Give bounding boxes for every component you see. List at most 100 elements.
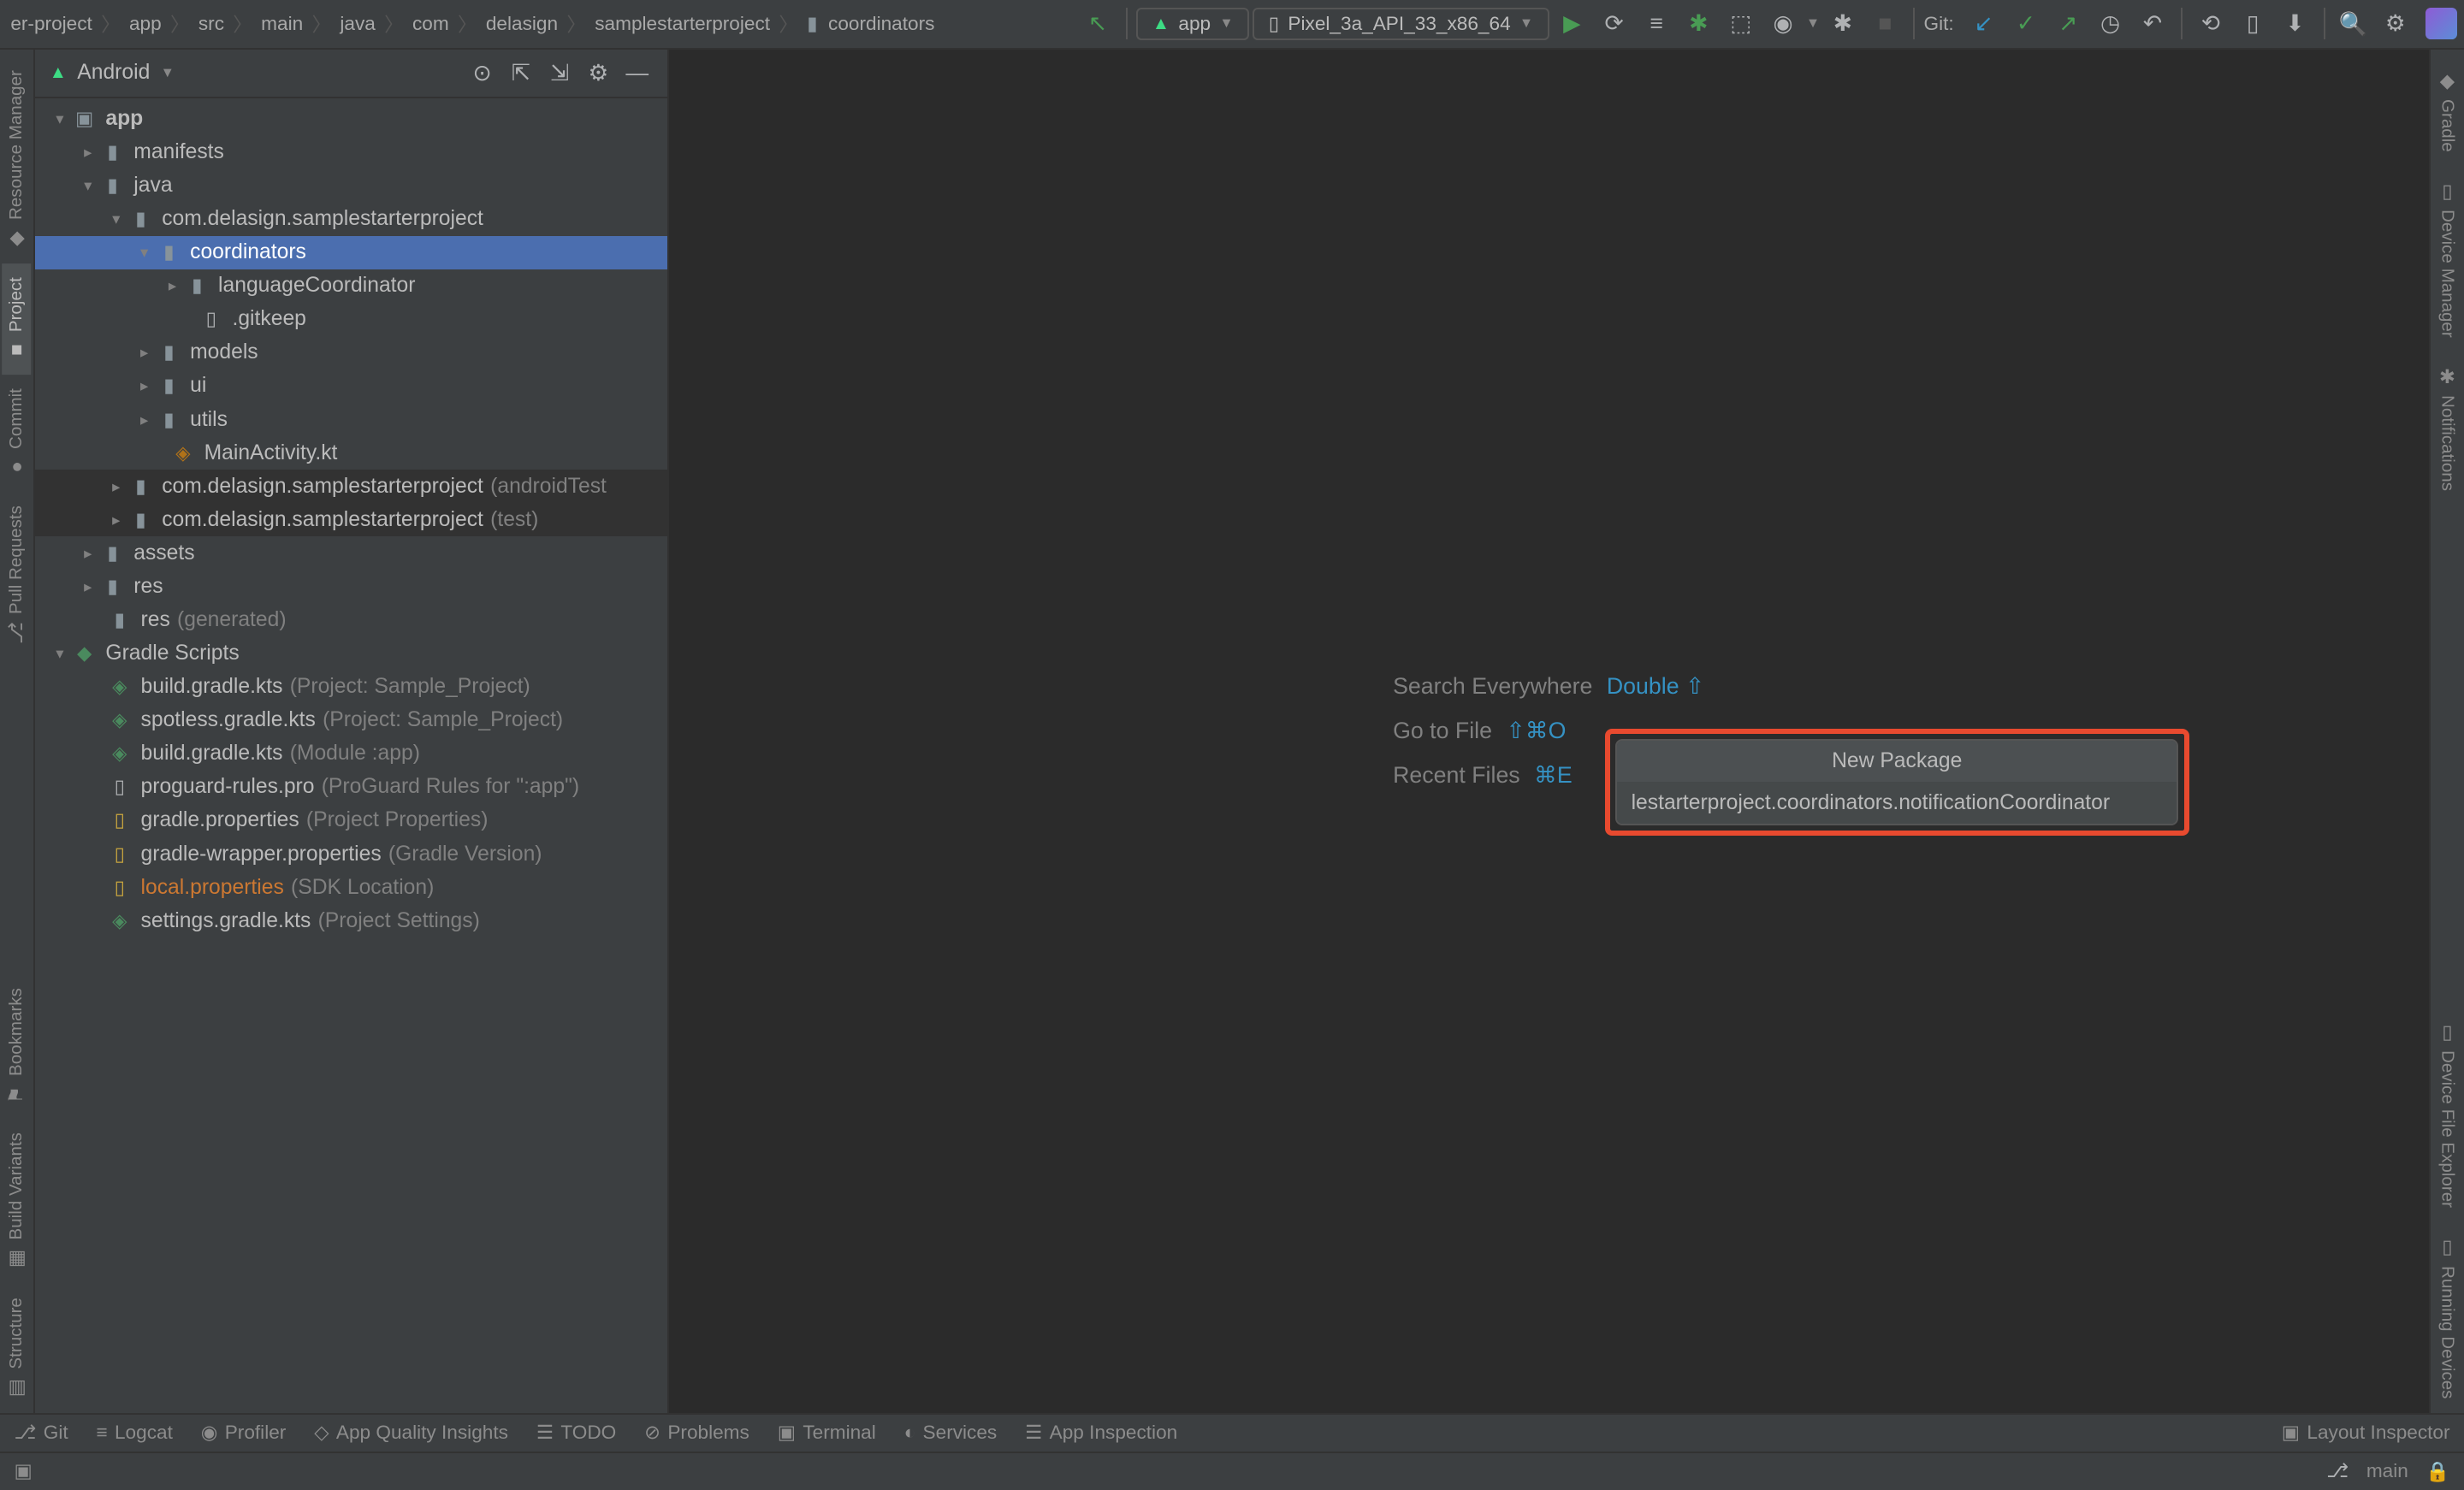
bottom-tab-services[interactable]: ◐Services	[904, 1422, 998, 1444]
tree-item-res-generated[interactable]: ▮ res (generated)	[35, 603, 667, 636]
sync-project-icon[interactable]: ⟲	[2191, 4, 2230, 43]
attach-debugger-icon[interactable]: ✱	[1823, 4, 1862, 43]
bottom-tab-layout-inspector[interactable]: ▣Layout Inspector	[2282, 1422, 2450, 1444]
tool-windows-icon[interactable]: ▣	[14, 1460, 32, 1482]
tree-item-java[interactable]: ▾▮ java	[35, 169, 667, 202]
tree-item-gradle-wrapper[interactable]: ▯ gradle-wrapper.properties (Gradle Vers…	[35, 837, 667, 871]
expand-icon[interactable]: ⇱	[505, 57, 536, 89]
apply-code-icon[interactable]: ≡	[1637, 4, 1675, 43]
search-icon[interactable]: 🔍	[2334, 4, 2372, 43]
sidebar-tab-gradle[interactable]: ◆Gradle	[2432, 56, 2461, 167]
tree-item-utils[interactable]: ▸▮ utils	[35, 403, 667, 436]
tree-item-language-coordinator[interactable]: ▸▮ languageCoordinator	[35, 269, 667, 303]
breadcrumb-item[interactable]: er-project	[7, 13, 96, 35]
bottom-tab-app-inspection[interactable]: ☰App Inspection	[1025, 1422, 1177, 1444]
tree-item-ui[interactable]: ▸▮ ui	[35, 370, 667, 403]
git-push-icon[interactable]: ↗	[2049, 4, 2088, 43]
breadcrumb-item[interactable]: delasign	[483, 13, 561, 35]
sidebar-tab-resource-manager[interactable]: ◆Resource Manager	[2, 56, 31, 263]
sidebar-tab-bookmarks[interactable]: ⚑Bookmarks	[2, 974, 31, 1120]
sidebar-tab-device-explorer[interactable]: ▯Device File Explorer	[2432, 1008, 2461, 1222]
folder-icon: ▮	[98, 141, 127, 163]
tree-item-assets[interactable]: ▸▮ assets	[35, 536, 667, 570]
settings-icon[interactable]: ⚙	[583, 57, 614, 89]
tree-item-manifests[interactable]: ▸▮ manifests	[35, 135, 667, 169]
settings-icon[interactable]: ⚙	[2376, 4, 2414, 43]
coverage-icon[interactable]: ⬚	[1721, 4, 1760, 43]
profile-icon[interactable]: ◉	[1764, 4, 1803, 43]
tree-item-coordinators[interactable]: ▾▮ coordinators	[35, 236, 667, 269]
package-name-input[interactable]	[1617, 782, 2177, 824]
breadcrumb-item[interactable]: samplestarterproject	[591, 13, 773, 35]
module-selector[interactable]: ▲ app ▼	[1136, 8, 1249, 40]
breadcrumb: er-project〉 app〉 src〉 main〉 java〉 com〉 d…	[7, 9, 938, 38]
tree-item-gradle-properties[interactable]: ▯ gradle.properties (Project Properties)	[35, 804, 667, 837]
view-mode-dropdown[interactable]: ▲ Android ▼	[50, 61, 175, 85]
tree-item-main-activity[interactable]: ◈ MainActivity.kt	[35, 436, 667, 470]
collapse-icon[interactable]: ⇲	[544, 57, 576, 89]
folder-icon: ▮	[105, 609, 133, 631]
debug-button[interactable]: ✱	[1679, 4, 1718, 43]
bottom-tab-todo[interactable]: ☰TODO	[536, 1422, 616, 1444]
avatar[interactable]	[2426, 8, 2457, 39]
tree-item-package-test[interactable]: ▸▮ com.delasign.samplestarterproject (te…	[35, 503, 667, 536]
apply-changes-icon[interactable]: ⟳	[1595, 4, 1633, 43]
package-icon: ▮	[155, 341, 183, 364]
project-tree[interactable]: ▾▣ app ▸▮ manifests ▾▮ java ▾▮ com.delas…	[35, 98, 667, 1412]
package-icon: ▮	[155, 375, 183, 397]
bottom-tab-logcat[interactable]: ≡Logcat	[97, 1422, 173, 1444]
select-file-icon[interactable]: ⊙	[466, 57, 498, 89]
tree-item-build-gradle-project[interactable]: ◈ build.gradle.kts (Project: Sample_Proj…	[35, 671, 667, 704]
tree-item-local-properties[interactable]: ▯ local.properties (SDK Location)	[35, 871, 667, 904]
sidebar-tab-commit[interactable]: ●Commit	[2, 375, 31, 492]
gradle-file-icon: ◈	[105, 910, 133, 932]
sidebar-tab-running-devices[interactable]: ▯Running Devices	[2432, 1222, 2461, 1413]
tree-item-res[interactable]: ▸▮ res	[35, 570, 667, 603]
tree-item-proguard[interactable]: ▯ proguard-rules.pro (ProGuard Rules for…	[35, 771, 667, 804]
tree-item-package-androidtest[interactable]: ▸▮ com.delasign.samplestarterproject (an…	[35, 470, 667, 503]
bottom-tab-git[interactable]: ⎇Git	[14, 1422, 68, 1444]
sync-icon[interactable]: ↖	[1078, 4, 1116, 43]
revert-icon[interactable]: ↶	[2133, 4, 2171, 43]
tree-item-settings-gradle[interactable]: ◈ settings.gradle.kts (Project Settings)	[35, 904, 667, 937]
package-icon: ▮	[127, 509, 155, 531]
tree-item-models[interactable]: ▸▮ models	[35, 336, 667, 370]
sidebar-tab-device-manager[interactable]: ▯Device Manager	[2432, 167, 2461, 352]
lock-icon[interactable]: 🔒	[2426, 1460, 2449, 1483]
breadcrumb-item[interactable]: com	[409, 13, 453, 35]
branch-icon[interactable]: ⎇	[2326, 1460, 2348, 1482]
history-icon[interactable]: ◷	[2091, 4, 2129, 43]
sidebar-tab-build-variants[interactable]: ▦Build Variants	[2, 1119, 31, 1283]
breadcrumb-item[interactable]: coordinators	[825, 13, 939, 35]
breadcrumb-item[interactable]: app	[126, 13, 165, 35]
sidebar-tab-structure[interactable]: ▤Structure	[2, 1284, 31, 1413]
git-commit-icon[interactable]: ✓	[2006, 4, 2045, 43]
breadcrumb-item[interactable]: java	[336, 13, 379, 35]
branch-name[interactable]: main	[2366, 1460, 2408, 1482]
bottom-tab-app-quality[interactable]: ◇App Quality Insights	[314, 1422, 508, 1444]
avd-icon[interactable]: ▯	[2234, 4, 2272, 43]
sdk-icon[interactable]: ⬇	[2276, 4, 2314, 43]
breadcrumb-item[interactable]: src	[195, 13, 228, 35]
device-selector[interactable]: ▯ Pixel_3a_API_33_x86_64 ▼	[1253, 8, 1549, 40]
tree-item-spotless[interactable]: ◈ spotless.gradle.kts (Project: Sample_P…	[35, 704, 667, 737]
tree-item-build-gradle-app[interactable]: ◈ build.gradle.kts (Module :app)	[35, 737, 667, 771]
tree-item-gradle-scripts[interactable]: ▾◆ Gradle Scripts	[35, 637, 667, 671]
git-update-icon[interactable]: ↙	[1964, 4, 2003, 43]
package-icon: ▮	[155, 241, 183, 263]
bottom-tab-terminal[interactable]: ▣Terminal	[778, 1422, 876, 1444]
bottom-tab-profiler[interactable]: ◉Profiler	[201, 1422, 287, 1444]
tree-item-app[interactable]: ▾▣ app	[35, 102, 667, 135]
stop-button[interactable]: ■	[1866, 4, 1904, 43]
bottom-tab-problems[interactable]: ⊘Problems	[644, 1422, 749, 1444]
breadcrumb-item[interactable]: main	[258, 13, 306, 35]
dropdown-icon: ▼	[1219, 15, 1233, 32]
sidebar-tab-project[interactable]: ■Project	[2, 263, 31, 375]
tree-item-package[interactable]: ▾▮ com.delasign.samplestarterproject	[35, 203, 667, 236]
tree-item-gitkeep[interactable]: ▯ .gitkeep	[35, 303, 667, 336]
sidebar-tab-pull-requests[interactable]: ⎇Pull Requests	[2, 492, 31, 658]
hide-icon[interactable]: —	[621, 57, 653, 89]
run-button[interactable]: ▶	[1553, 4, 1591, 43]
dropdown-icon[interactable]: ▼	[1806, 15, 1820, 32]
sidebar-tab-notifications[interactable]: ✱Notifications	[2432, 352, 2461, 506]
